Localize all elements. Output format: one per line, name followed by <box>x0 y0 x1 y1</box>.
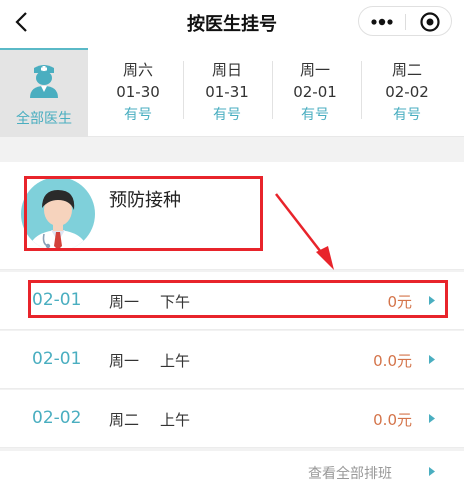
slot-date: 02-02 <box>32 408 82 428</box>
day-availability: 有号 <box>213 107 241 123</box>
day-weekday: 周六 <box>122 61 153 79</box>
day-weekday: 周一 <box>299 61 330 79</box>
doctor-card[interactable]: 预防接种 <box>0 162 464 270</box>
day-tab[interactable]: 周一 02-01 有号 <box>280 59 350 127</box>
doctor-icon <box>30 65 58 98</box>
highlight-box <box>24 176 263 251</box>
day-date: 01-30 <box>116 83 160 101</box>
highlight-box <box>28 280 448 318</box>
day-weekday: 周日 <box>211 61 242 79</box>
all-doctors-label: 全部医生 <box>16 111 72 127</box>
slot-weekday: 周一 <box>109 352 140 370</box>
view-all-schedule-link[interactable]: 查看全部排班 <box>0 451 464 491</box>
day-tab[interactable]: 周六 01-30 有号 <box>103 59 173 127</box>
chevron-right-icon <box>429 467 435 476</box>
target-icon[interactable] <box>419 11 441 33</box>
day-tab[interactable]: 周日 01-31 有号 <box>192 59 262 127</box>
slot-price: 0元 <box>387 293 412 311</box>
nav-bar: 按医生挂号 <box>0 0 464 45</box>
slot-price: 0.0元 <box>373 352 412 370</box>
day-divider <box>361 61 362 119</box>
day-date: 02-01 <box>293 83 337 101</box>
slot-half-day: 下午 <box>160 293 191 311</box>
slot-date: 02-01 <box>32 349 82 369</box>
more-dots-icon[interactable] <box>367 13 397 31</box>
all-doctors-tab[interactable]: 全部医生 <box>0 48 88 137</box>
day-divider <box>183 61 184 119</box>
chevron-right-icon <box>429 296 435 305</box>
capsule-divider <box>405 14 406 30</box>
slot-half-day: 上午 <box>160 411 191 429</box>
day-weekday: 周二 <box>391 61 422 79</box>
annotation-arrow <box>275 193 334 270</box>
view-all-label: 查看全部排班 <box>308 466 392 482</box>
slot-weekday: 周二 <box>109 411 140 429</box>
slot-weekday: 周一 <box>109 293 140 311</box>
schedule-row[interactable]: 02-01 周一 下午 0元 <box>0 272 464 330</box>
chevron-right-icon <box>429 355 435 364</box>
slot-price: 0.0元 <box>373 411 412 429</box>
day-availability: 有号 <box>301 107 329 123</box>
schedule-row[interactable]: 02-02 周二 上午 0.0元 <box>0 390 464 448</box>
day-availability: 有号 <box>124 107 152 123</box>
day-date: 02-02 <box>385 83 429 101</box>
day-tab[interactable]: 周二 02-02 有号 <box>372 59 442 127</box>
mini-program-capsule <box>358 6 452 36</box>
day-divider <box>272 61 273 119</box>
day-date: 01-31 <box>205 83 249 101</box>
chevron-right-icon <box>429 414 435 423</box>
slot-date: 02-01 <box>32 290 82 310</box>
date-selector: 全部医生 周六 01-30 有号 周日 01-31 有号 周一 02-01 有号… <box>0 45 464 137</box>
day-availability: 有号 <box>393 107 421 123</box>
slot-half-day: 上午 <box>160 352 191 370</box>
schedule-row[interactable]: 02-01 周一 上午 0.0元 <box>0 331 464 389</box>
